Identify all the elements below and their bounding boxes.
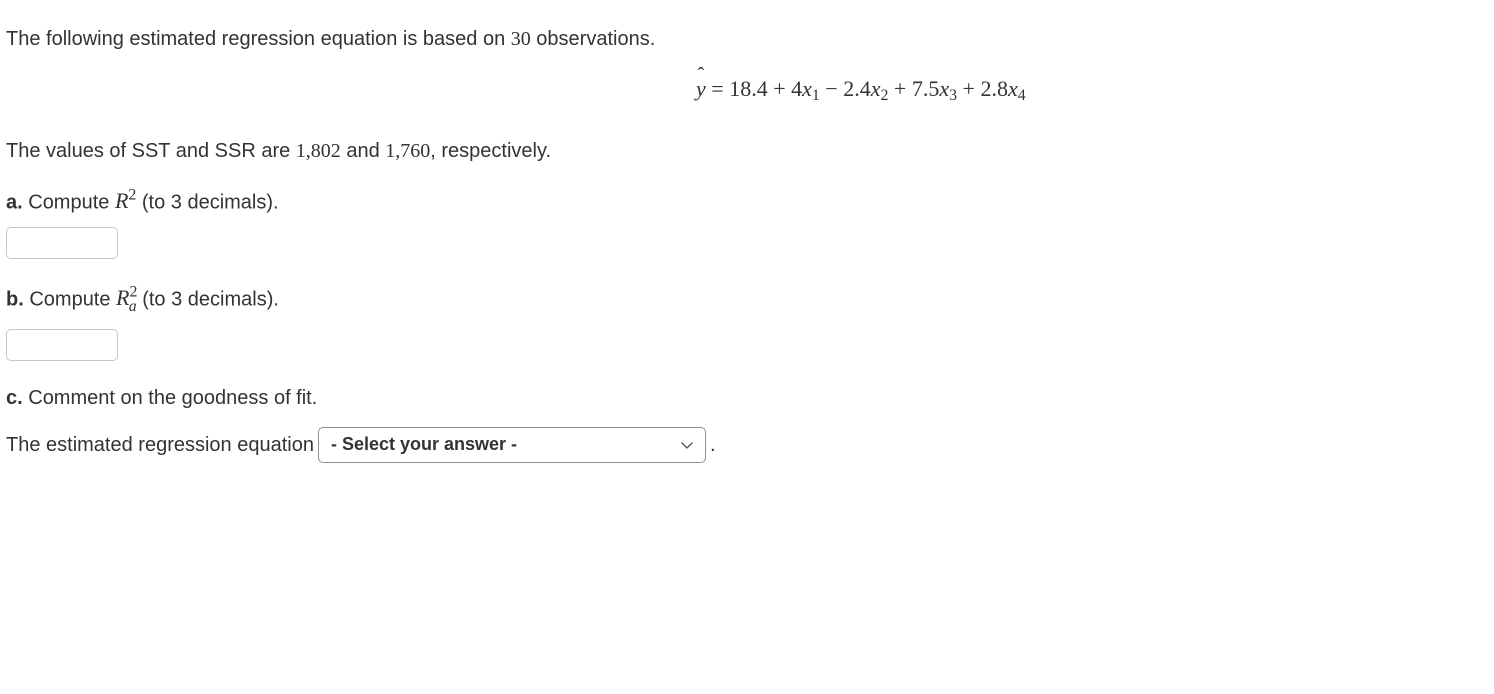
- equals-sign: =: [706, 76, 729, 101]
- answer-c-post: .: [710, 430, 716, 460]
- sst-mid: and: [341, 140, 385, 162]
- answer-c-select[interactable]: - Select your answer -: [318, 427, 706, 463]
- intro-pre: The following estimated regression equat…: [6, 28, 511, 50]
- question-a: a. Compute R2 (to 3 decimals).: [6, 184, 1488, 217]
- answer-b-input[interactable]: [6, 329, 118, 361]
- intro-n: 30: [511, 28, 531, 50]
- intercept: 18.4: [729, 76, 768, 101]
- qc-label: c.: [6, 387, 23, 409]
- ssr-value: 1,760: [385, 140, 430, 162]
- intro-post: observations.: [531, 28, 656, 50]
- op-plus-4: +: [957, 76, 980, 101]
- question-b: b. Compute R2a (to 3 decimals).: [6, 281, 1488, 318]
- sst-pre: The values of SST and SSR are: [6, 140, 296, 162]
- answer-c-line: The estimated regression equation - Sele…: [6, 427, 1488, 463]
- op-plus-3: +: [888, 76, 911, 101]
- sst-post: , respectively.: [430, 140, 551, 162]
- coef-4: 2.8: [980, 76, 1008, 101]
- chevron-down-icon: [679, 437, 695, 453]
- r-squared-adj-symbol: R2a: [116, 285, 137, 310]
- qa-label: a.: [6, 191, 23, 213]
- x3-sub: 3: [949, 87, 957, 104]
- x4-var: x: [1008, 76, 1018, 101]
- qb-text-post: (to 3 decimals).: [137, 288, 279, 310]
- coef-1: 4: [791, 76, 802, 101]
- op-minus: −: [820, 76, 843, 101]
- qa-text-post: (to 3 decimals).: [136, 191, 278, 213]
- question-c: c. Comment on the goodness of fit.: [6, 383, 1488, 413]
- qb-sub: a: [129, 298, 137, 315]
- qb-label: b.: [6, 288, 24, 310]
- op-plus-1: +: [768, 76, 791, 101]
- answer-c-select-wrap: - Select your answer -: [314, 427, 710, 463]
- intro-text: The following estimated regression equat…: [6, 24, 1488, 54]
- qb-R: R: [116, 285, 129, 310]
- question-body: The following estimated regression equat…: [0, 0, 1494, 463]
- answer-a-input[interactable]: [6, 227, 118, 259]
- qb-text-pre: Compute: [24, 288, 116, 310]
- x4-sub: 4: [1018, 87, 1026, 104]
- answer-c-pre: The estimated regression equation: [6, 430, 314, 460]
- coef-2: 2.4: [843, 76, 871, 101]
- x3-var: x: [939, 76, 949, 101]
- x1-sub: 1: [812, 87, 820, 104]
- qa-text-pre: Compute: [23, 191, 115, 213]
- qa-R: R: [115, 188, 128, 213]
- yhat-symbol: ˆ y: [696, 72, 706, 105]
- x1-var: x: [802, 76, 812, 101]
- qc-text: Comment on the goodness of fit.: [23, 387, 318, 409]
- select-placeholder: - Select your answer -: [331, 431, 517, 458]
- regression-equation: ˆ y = 18.4 + 4x1 − 2.4x2 + 7.5x3 + 2.8x4: [6, 72, 1488, 108]
- sst-ssr-text: The values of SST and SSR are 1,802 and …: [6, 136, 1488, 166]
- hat-accent: ˆ: [698, 61, 705, 91]
- r-squared-symbol: R2: [115, 188, 136, 213]
- sst-value: 1,802: [296, 140, 341, 162]
- coef-3: 7.5: [912, 76, 940, 101]
